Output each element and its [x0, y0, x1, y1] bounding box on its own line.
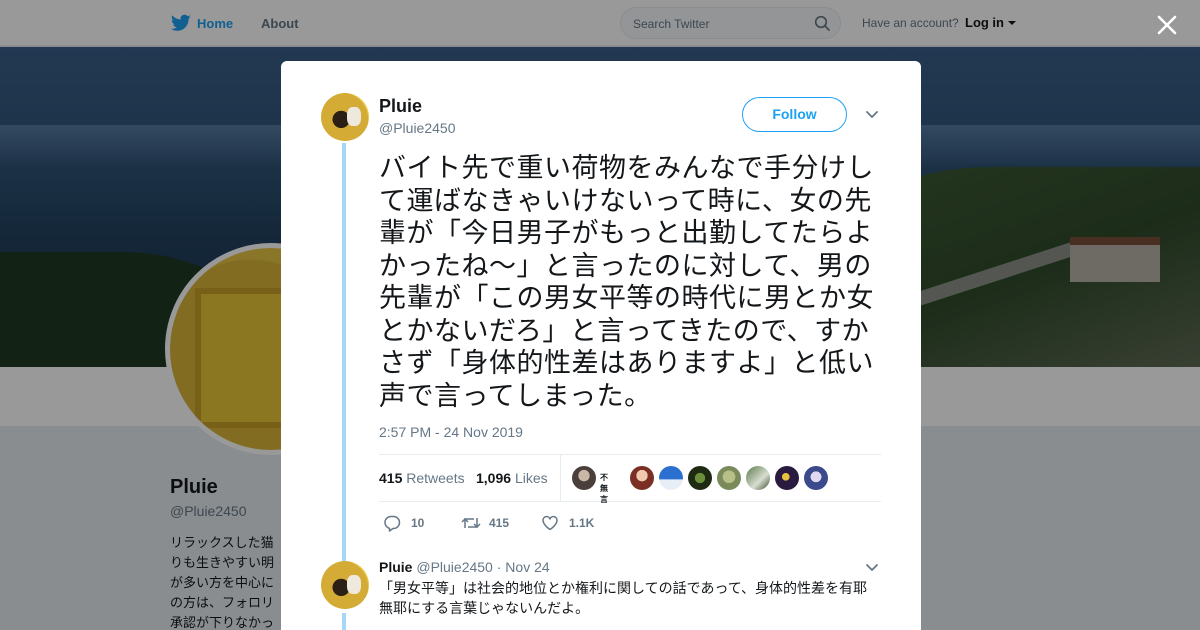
reply-author-handle[interactable]: @Pluie2450: [416, 559, 493, 575]
chevron-down-icon[interactable]: [865, 110, 879, 120]
tweet-modal: Pluie @Pluie2450 Follow バイト先で重い荷物をみんなで手分…: [281, 61, 921, 630]
likes-count: 1,096: [476, 470, 512, 486]
avatar[interactable]: [321, 561, 369, 609]
liker-avatar[interactable]: [572, 466, 596, 490]
liker-avatar[interactable]: [688, 466, 712, 490]
retweets-stat[interactable]: 415 Retweets: [379, 470, 465, 486]
liker-avatar[interactable]: [775, 466, 799, 490]
liker-avatar[interactable]: [746, 466, 770, 490]
author-handle[interactable]: @Pluie2450: [379, 120, 456, 136]
liker-avatar[interactable]: [804, 466, 828, 490]
likes-label: Likes: [514, 470, 548, 486]
reply-text: 「男女平等」は社会的地位とか権利に関しての話であって、身体的性差を有耶無耶にする…: [379, 581, 868, 617]
reply-icon: [384, 515, 401, 532]
tweet-stats: 415 Retweets 1,096 Likes 不無言: [379, 454, 881, 505]
close-icon[interactable]: [1154, 12, 1180, 38]
reply-date[interactable]: · Nov 24: [497, 559, 550, 575]
likes-stat[interactable]: 1,096 Likes: [476, 470, 548, 486]
tweet-timestamp[interactable]: 2:57 PM - 24 Nov 2019: [379, 424, 523, 440]
author-name[interactable]: Pluie: [379, 96, 422, 117]
stats-divider: [560, 455, 561, 502]
thread-line: [342, 143, 346, 563]
follow-button[interactable]: Follow: [742, 97, 847, 132]
reply-header: Pluie @Pluie2450 · Nov 24: [379, 559, 550, 575]
chevron-down-icon[interactable]: [865, 563, 879, 573]
retweets-label: Retweets: [406, 470, 465, 486]
liker-avatar[interactable]: [717, 466, 741, 490]
retweet-count: 415: [489, 516, 510, 530]
tweet-actions: 10 415 1.1K: [379, 511, 879, 535]
liker-avatar[interactable]: [630, 466, 654, 490]
heart-icon: [542, 515, 558, 531]
retweet-icon: [461, 517, 481, 529]
thread-line: [342, 613, 346, 630]
liker-avatar[interactable]: [659, 466, 683, 490]
retweets-count: 415: [379, 470, 403, 486]
liker-avatar-text[interactable]: 不無言: [600, 472, 608, 505]
tweet-text: バイト先で重い荷物をみんなで手分けして運ばなきゃいけないって時に、女の先輩が「今…: [379, 153, 874, 412]
like-count: 1.1K: [569, 516, 595, 530]
avatar[interactable]: [321, 93, 369, 141]
reply-count: 10: [411, 516, 425, 530]
reply-author-name[interactable]: Pluie: [379, 559, 412, 575]
